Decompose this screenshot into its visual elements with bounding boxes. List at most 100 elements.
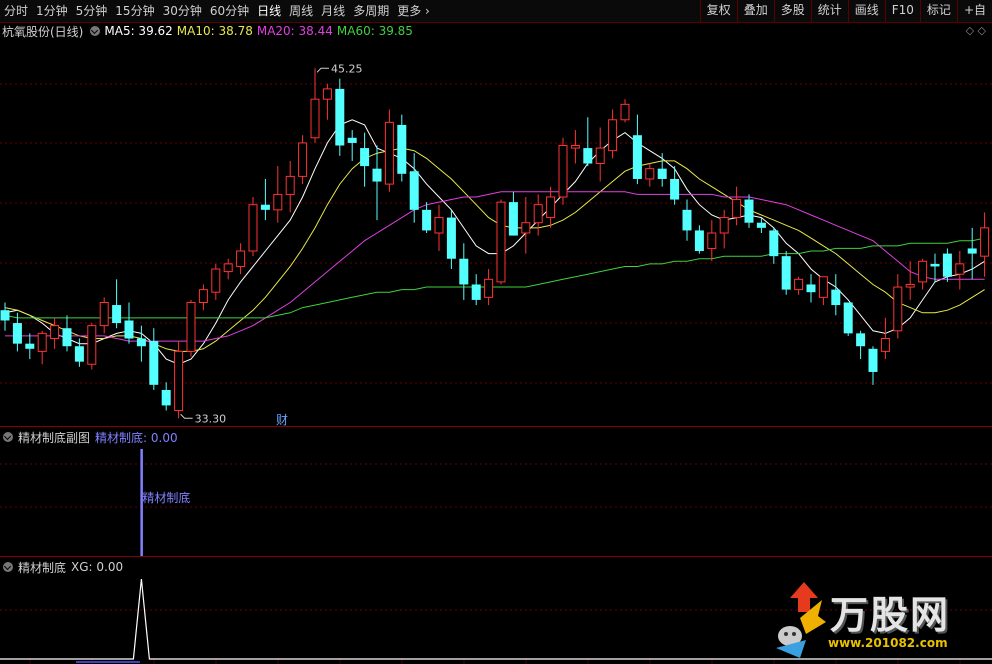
candle-body (37, 332, 47, 352)
ma-label: MA5: 39.62 (104, 24, 173, 38)
signal-label: 精材制底 (142, 490, 190, 505)
candle-body (521, 222, 531, 234)
sub2-value: XG: 0.00 (71, 560, 124, 574)
period-tab[interactable]: 5分钟 (72, 0, 112, 22)
candle-body (955, 263, 965, 275)
tool-button[interactable]: 复权 (699, 0, 737, 22)
bull-logo-icon (776, 582, 826, 658)
kline-chart[interactable]: 45.25 33.30 财精材制底 (0, 0, 992, 664)
candle-body (12, 323, 22, 344)
candle-body (372, 168, 382, 182)
brand-logo: 万股网 www.201082.com (770, 578, 986, 662)
candle-body (285, 175, 295, 195)
ma-legend: 杭氧股份(日线) MA5: 39.62 MA10: 38.78 MA20: 38.4… (0, 22, 421, 40)
panel-diamond-icon[interactable]: ◇ ◇ (966, 24, 986, 37)
candle-body (74, 346, 84, 362)
candle-body (533, 204, 543, 224)
brand-url: www.201082.com (828, 636, 948, 650)
tool-button[interactable]: 多股 (773, 0, 811, 22)
candle-body (818, 276, 828, 298)
candle-body (942, 253, 952, 277)
tool-button[interactable]: +自 (956, 0, 992, 22)
ma-label: MA60: 39.85 (336, 24, 413, 38)
candle-body (236, 250, 246, 267)
sub2-title: 精材制底 (18, 560, 67, 575)
period-tab[interactable]: 月线 (317, 0, 349, 22)
candle-body (446, 217, 456, 259)
candle-body (546, 196, 556, 219)
candle-body (905, 283, 915, 288)
candle-body (50, 325, 60, 340)
tool-button[interactable]: F10 (884, 0, 920, 22)
chevron-right-icon: › (421, 4, 430, 18)
candle-body (186, 301, 196, 352)
candle-body (62, 328, 72, 347)
tool-button[interactable]: 画线 (847, 0, 885, 22)
candle-body (645, 168, 655, 180)
candle-body (608, 119, 618, 152)
candle-body (769, 230, 779, 257)
candle-body (112, 305, 122, 324)
candle-body (124, 320, 134, 339)
tool-button[interactable]: 叠加 (736, 0, 774, 22)
period-tab[interactable]: 周线 (285, 0, 317, 22)
sub1-header: 精材制底副图 精材制底: 0.00 (0, 429, 183, 445)
collapse-icon[interactable] (3, 432, 13, 442)
candle-body (570, 145, 580, 149)
candle-body (223, 263, 233, 273)
candle-body (484, 278, 494, 298)
period-tab[interactable]: 更多 › (393, 0, 434, 22)
candle-body (657, 168, 667, 179)
collapse-icon[interactable] (3, 562, 13, 572)
candle-body (756, 222, 766, 228)
candle-body (459, 258, 469, 285)
period-tab[interactable]: 分时 (0, 0, 32, 22)
candle-body (0, 310, 10, 321)
tool-button[interactable]: 标记 (919, 0, 957, 22)
candle-body (260, 204, 270, 210)
candle-body (409, 171, 419, 210)
sub1-value: 精材制底: 0.00 (95, 430, 178, 445)
ma-line-ma60 (4, 237, 985, 319)
candle-body (620, 103, 630, 121)
candle-body (781, 256, 791, 290)
candle-body (806, 284, 816, 293)
candle-body (856, 333, 866, 347)
candle-body (360, 148, 370, 167)
ma-label: MA20: 38.44 (256, 24, 333, 38)
candle-body (893, 286, 903, 332)
candle-body (719, 217, 729, 234)
sub1-title: 精材制底副图 (18, 430, 91, 445)
period-tab[interactable]: 日线 (253, 0, 285, 22)
candle-body (496, 201, 506, 283)
candle-body (384, 121, 394, 185)
candle-body (298, 142, 308, 177)
tool-button[interactable]: 统计 (810, 0, 848, 22)
period-tab[interactable]: 15分钟 (111, 0, 158, 22)
period-tab[interactable]: 1分钟 (32, 0, 72, 22)
period-tab[interactable]: 多周期 (349, 0, 393, 22)
candle-body (508, 202, 518, 236)
candle-body (595, 147, 605, 165)
candle-body (583, 148, 593, 164)
candle-body (471, 284, 481, 300)
candle-body (174, 350, 184, 412)
high-label: 45.25 (331, 62, 363, 75)
period-tab[interactable]: 30分钟 (159, 0, 206, 22)
collapse-icon[interactable] (90, 26, 101, 36)
candle-body (99, 301, 109, 327)
ma-line-ma20 (5, 191, 985, 342)
low-label: 33.30 (195, 412, 227, 425)
high-pointer (316, 67, 329, 73)
period-tab[interactable]: 60分钟 (206, 0, 253, 22)
candle-body (335, 88, 345, 146)
candle-body (434, 217, 444, 234)
candle-body (347, 137, 357, 143)
candle-body (880, 338, 890, 352)
candle-body (707, 232, 717, 249)
candle-body (794, 278, 804, 291)
candle-body (632, 135, 642, 179)
candle-body (918, 260, 928, 283)
candle-body (558, 145, 568, 198)
candle-body (149, 341, 159, 385)
